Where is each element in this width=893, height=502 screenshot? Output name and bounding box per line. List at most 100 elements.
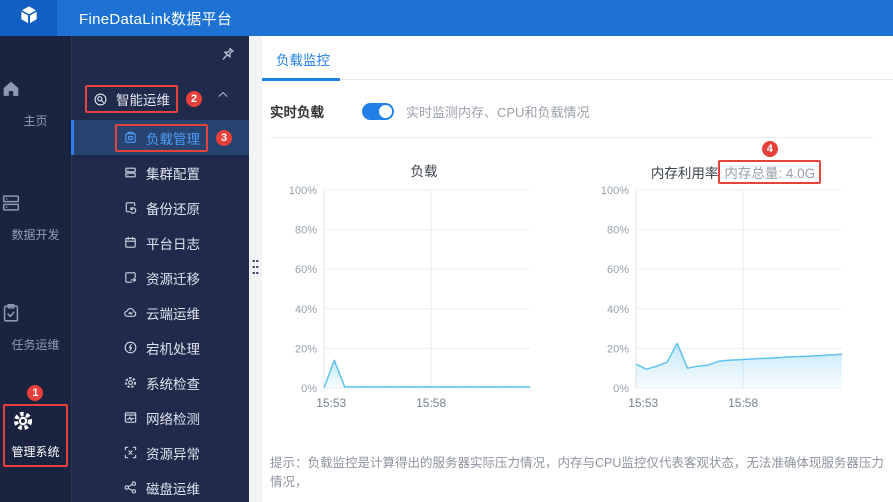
secondary-sidebar: 智能运维 2 负载管理 3 集群配置 备份还原 平台日志 资源迁移 云端运维 宕… [71, 36, 249, 502]
main-content: 负载监控 实时负载 实时监测内存、CPU和负载情况 负载 0% 20% 40% 60%… [262, 36, 893, 502]
section-divider [270, 137, 873, 138]
server-stack-icon [0, 192, 71, 214]
pin-icon[interactable] [218, 46, 236, 64]
annotation-box-2: 智能运维 2 [85, 85, 202, 113]
submenu-item-platform-logs[interactable]: 平台日志 [71, 225, 249, 260]
svg-text:15:53: 15:53 [316, 396, 346, 410]
memory-chart-title: 内存利用率 内存总量: 4.0G 4 [590, 141, 882, 184]
submenu-item-label: 系统检查 [146, 376, 200, 392]
load-chart-block: 负载 0% 20% 40% 60% 80% 100% 15:53 15:58 [278, 160, 570, 416]
gear-check-icon [123, 375, 138, 390]
svg-text:15:58: 15:58 [728, 396, 758, 410]
app-title: FineDataLink数据平台 [79, 10, 233, 28]
calendar-log-icon [123, 235, 138, 250]
submenu-item-label: 平台日志 [146, 236, 200, 252]
submenu-item-cluster-config[interactable]: 集群配置 [71, 155, 249, 190]
realtime-desc: 实时监测内存、CPU和负载情况 [406, 104, 590, 120]
annotation-badge-2: 2 [186, 91, 202, 107]
home-icon [0, 78, 71, 100]
realtime-load-row: 实时负载 实时监测内存、CPU和负载情况 [262, 80, 893, 121]
rail-item-task-ops[interactable]: 任务运维 [0, 302, 71, 353]
submenu-item-load-mgmt[interactable]: 负载管理 3 [71, 120, 249, 155]
charts-row: 负载 0% 20% 40% 60% 80% 100% 15:53 15:58 内存利用率 内存总… [262, 141, 893, 416]
submenu-item-system-check[interactable]: 系统检查 [71, 365, 249, 400]
annotation-badge-3: 3 [216, 129, 232, 146]
cloud-icon [123, 305, 138, 320]
tip-text: 提示：负载监控是计算得出的服务器实际压力情况，内存与CPU监控仅代表客观状态，无… [270, 456, 884, 489]
submenu-item-label: 网络检测 [146, 411, 200, 427]
tab-bar: 负载监控 [262, 36, 893, 81]
cube-logo-icon [17, 4, 41, 33]
chevron-up-icon[interactable] [217, 89, 229, 99]
file-export-icon [123, 270, 138, 285]
svg-text:100%: 100% [601, 185, 629, 197]
submenu-item-resource-migration[interactable]: 资源迁移 [71, 260, 249, 295]
submenu-item-resource-anomaly[interactable]: 资源异常 [71, 435, 249, 470]
annotation-box-3: 负载管理 3 [115, 123, 232, 152]
svg-text:20%: 20% [607, 343, 629, 355]
submenu-item-label: 集群配置 [146, 166, 200, 182]
annotation-box-1: 管理系统 1 [3, 385, 68, 467]
memory-chart-block: 内存利用率 内存总量: 4.0G 4 0% 20% 40% 60% 80% 100% 15:53… [590, 141, 882, 416]
panel-resize-handle[interactable] [252, 258, 259, 276]
memory-chart-title-text: 内存利用率 [650, 166, 719, 181]
backup-restore-icon [123, 200, 138, 215]
svg-text:60%: 60% [295, 264, 317, 276]
load-chart: 0% 20% 40% 60% 80% 100% 15:53 15:58 [278, 182, 570, 416]
panel-gutter [249, 36, 262, 502]
submenu-group-label: 智能运维 [116, 93, 170, 108]
memory-chart: 0% 20% 40% 60% 80% 100% 15:53 15:58 [590, 182, 882, 416]
submenu-item-label: 资源异常 [146, 446, 200, 462]
cluster-icon [123, 165, 138, 180]
submenu-item-cloud-ops[interactable]: 云端运维 [71, 295, 249, 330]
app-logo[interactable] [0, 0, 57, 36]
app-header: FineDataLink数据平台 [0, 0, 893, 36]
rail-item-label: 数据开发 [11, 228, 60, 242]
clipboard-check-icon [0, 302, 71, 324]
submenu-item-disk-ops[interactable]: 磁盘运维 [71, 470, 249, 502]
submenu-item-label: 负载管理 [146, 131, 200, 147]
smart-ops-icon [93, 92, 108, 107]
toggle-knob [379, 104, 392, 118]
svg-text:15:53: 15:53 [628, 396, 658, 410]
submenu-item-network-detect[interactable]: 网络检测 [71, 400, 249, 435]
svg-text:40%: 40% [295, 304, 317, 316]
network-pulse-icon [123, 410, 138, 425]
primary-sidebar: 主页 数据开发 任务运维 管理系统 1 [0, 36, 71, 502]
submenu-item-label: 磁盘运维 [146, 481, 200, 497]
tab-load-monitoring[interactable]: 负载监控 [262, 36, 340, 81]
rail-item-label: 任务运维 [11, 338, 60, 352]
submenu-item-backup-restore[interactable]: 备份还原 [71, 190, 249, 225]
submenu-item-label: 备份还原 [146, 201, 200, 217]
submenu-item-label: 资源迁移 [146, 271, 200, 287]
rail-item-admin-system[interactable]: 管理系统 1 [0, 385, 71, 467]
svg-text:80%: 80% [295, 225, 317, 237]
share-nodes-icon [123, 480, 138, 495]
submenu-item-label: 宕机处理 [146, 341, 200, 357]
memory-total-text: 内存总量: 4.0G [724, 166, 816, 181]
load-chart-title: 负载 [410, 164, 438, 179]
submenu-item-label: 云端运维 [146, 306, 200, 322]
svg-text:15:58: 15:58 [416, 396, 446, 410]
svg-text:40%: 40% [607, 304, 629, 316]
power-bolt-icon [123, 340, 138, 355]
rail-item-label: 主页 [23, 114, 48, 128]
realtime-load-label: 实时负载 [270, 105, 324, 120]
svg-text:20%: 20% [295, 343, 317, 355]
svg-text:100%: 100% [289, 185, 317, 197]
memory-total-label: 内存总量: 4.0G 4 [718, 141, 822, 184]
svg-text:80%: 80% [607, 225, 629, 237]
rail-item-label: 管理系统 [11, 445, 60, 459]
annotation-badge-1: 1 [27, 385, 44, 401]
scan-alert-icon [123, 445, 138, 460]
rail-item-home[interactable]: 主页 [0, 78, 71, 129]
svg-text:0%: 0% [301, 383, 317, 395]
realtime-toggle[interactable] [362, 102, 394, 120]
submenu-item-downtime-handling[interactable]: 宕机处理 [71, 330, 249, 365]
rail-item-data-dev[interactable]: 数据开发 [0, 192, 71, 243]
app-root: FineDataLink数据平台 主页 数据开发 任务运维 管理系统 1 智能运… [0, 0, 893, 502]
svg-text:60%: 60% [607, 264, 629, 276]
svg-text:0%: 0% [613, 383, 629, 395]
submenu-group-smart-ops[interactable]: 智能运维 2 [85, 85, 202, 113]
gear-icon [11, 409, 59, 431]
